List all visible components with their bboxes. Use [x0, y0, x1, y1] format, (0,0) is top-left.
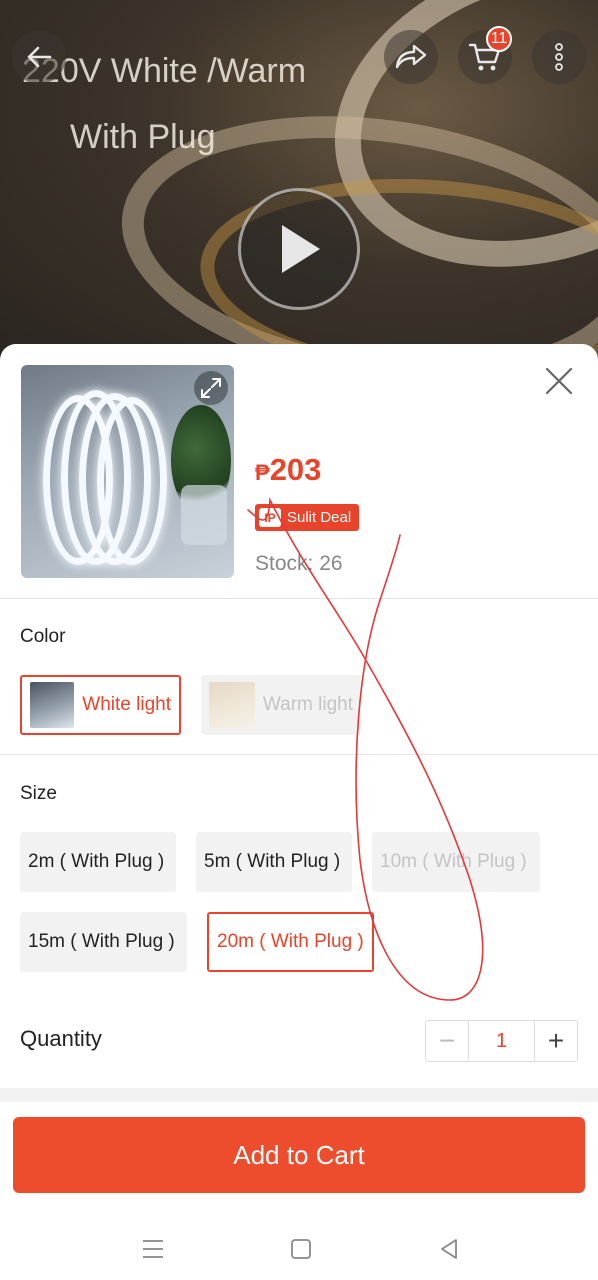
- color-option-warm-light[interactable]: Warm light: [201, 675, 361, 735]
- price-currency: ₱: [255, 460, 270, 485]
- cart-count-badge: 11: [486, 26, 512, 52]
- warm-light-swatch: [209, 682, 255, 728]
- back-arrow-icon: [27, 46, 52, 68]
- close-icon: [545, 367, 573, 395]
- product-video-banner[interactable]: 220V White /Warm With Plug 11: [0, 0, 598, 360]
- more-vertical-icon: [555, 43, 563, 71]
- quantity-value[interactable]: 1: [468, 1021, 535, 1061]
- divider: [0, 598, 598, 599]
- variation-bottom-sheet: ₱203 IP Sulit Deal Stock: 26 Color White…: [0, 344, 598, 1280]
- deal-thumbs-up-icon: IP: [259, 508, 281, 527]
- recent-apps-button[interactable]: [138, 1234, 168, 1264]
- size-option-label: 15m ( With Plug ): [28, 931, 175, 952]
- quantity-stepper: − 1 +: [425, 1020, 578, 1062]
- white-light-swatch: [30, 682, 75, 728]
- share-icon: [395, 44, 427, 69]
- play-video-button[interactable]: [238, 188, 360, 310]
- size-section-label: Size: [20, 783, 57, 804]
- color-section-label: Color: [20, 626, 66, 647]
- led-coil: [97, 397, 167, 565]
- size-option-label: 10m ( With Plug ): [380, 851, 527, 872]
- divider-band: [0, 1088, 598, 1102]
- expand-image-button[interactable]: [194, 371, 228, 405]
- product-price: ₱203: [255, 452, 321, 488]
- size-option-label: 5m ( With Plug ): [204, 851, 341, 872]
- color-option-label: Warm light: [262, 694, 353, 715]
- more-options-button[interactable]: [532, 30, 586, 84]
- vase-decoration: [181, 485, 227, 545]
- size-option-label: 2m ( With Plug ): [28, 851, 165, 872]
- quantity-decrease-button[interactable]: −: [426, 1021, 468, 1061]
- system-navigation-bar: [0, 1220, 598, 1280]
- deal-badge-label: Sulit Deal: [287, 509, 352, 526]
- size-option-10m[interactable]: 10m ( With Plug ): [372, 832, 540, 892]
- color-option-label: White light: [82, 694, 171, 715]
- add-to-cart-button[interactable]: Add to Cart: [13, 1117, 585, 1193]
- size-option-label: 20m ( With Plug ): [217, 931, 364, 952]
- color-option-white-light[interactable]: White light: [20, 675, 181, 735]
- share-button[interactable]: [384, 30, 438, 84]
- close-sheet-button[interactable]: [544, 366, 574, 396]
- play-icon: [282, 225, 320, 273]
- divider: [0, 754, 598, 755]
- home-button[interactable]: [286, 1234, 316, 1264]
- size-option-5m[interactable]: 5m ( With Plug ): [196, 832, 352, 892]
- quantity-label: Quantity: [20, 1026, 102, 1051]
- banner-title: 220V White /Warm With Plug: [22, 38, 362, 170]
- back-triangle-icon: [441, 1239, 457, 1259]
- size-option-2m[interactable]: 2m ( With Plug ): [20, 832, 176, 892]
- expand-icon: [201, 378, 221, 398]
- size-option-20m[interactable]: 20m ( With Plug ): [207, 912, 374, 972]
- product-thumbnail[interactable]: [21, 365, 234, 578]
- cart-button[interactable]: 11: [458, 26, 512, 84]
- quantity-increase-button[interactable]: +: [535, 1021, 577, 1061]
- price-value: 203: [269, 452, 322, 487]
- banner-title-line2: With Plug: [70, 118, 216, 156]
- stock-count: Stock: 26: [255, 552, 343, 575]
- menu-lines-icon: [143, 1240, 163, 1258]
- size-option-15m[interactable]: 15m ( With Plug ): [20, 912, 187, 972]
- back-button[interactable]: [12, 30, 66, 84]
- home-square-icon: [291, 1239, 311, 1259]
- back-nav-button[interactable]: [434, 1234, 464, 1264]
- sulit-deal-badge: IP Sulit Deal: [255, 504, 360, 531]
